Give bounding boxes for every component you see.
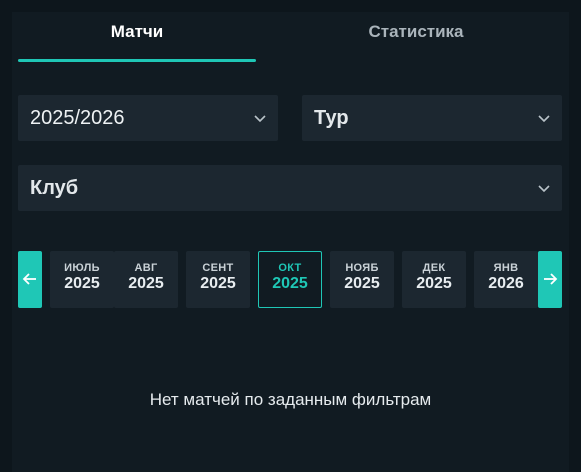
month-year: 2025 <box>200 275 236 292</box>
month-item[interactable]: ДЕК 2025 <box>402 251 466 308</box>
month-year: 2025 <box>416 275 452 292</box>
tab-statistics-label: Статистика <box>368 22 464 41</box>
month-year: 2025 <box>344 275 380 292</box>
month-item[interactable]: ИЮЛЬ 2025 <box>50 251 114 308</box>
tab-matches-label: Матчи <box>110 22 164 41</box>
club-select[interactable]: Клуб <box>18 165 562 211</box>
tab-statistics[interactable]: Статистика <box>288 12 544 62</box>
chevron-down-icon <box>538 185 550 193</box>
arrow-right-icon <box>544 273 558 285</box>
tab-matches[interactable]: Матчи <box>18 12 256 62</box>
chevron-down-icon <box>538 115 550 123</box>
month-label: ОКТ <box>278 262 302 274</box>
matches-panel: Матчи Статистика 2025/2026 Тур Клуб ИЮЛЬ… <box>12 12 569 472</box>
prev-month-button[interactable] <box>18 251 42 308</box>
month-item[interactable]: ЯНВ 2026 <box>474 251 538 308</box>
month-year: 2025 <box>128 275 164 292</box>
round-select[interactable]: Тур <box>302 95 562 141</box>
arrow-left-icon <box>22 273 36 285</box>
month-label: АВГ <box>134 262 158 274</box>
month-year: 2025 <box>64 275 100 292</box>
club-select-label: Клуб <box>30 177 79 199</box>
round-select-label: Тур <box>314 107 349 129</box>
month-label: ИЮЛЬ <box>64 262 100 274</box>
month-item-active[interactable]: ОКТ 2025 <box>258 251 322 308</box>
next-month-button[interactable] <box>538 251 562 308</box>
season-select[interactable]: 2025/2026 <box>18 95 278 141</box>
tab-bar: Матчи Статистика <box>18 12 562 62</box>
month-label: СЕНТ <box>202 262 234 274</box>
chevron-down-icon <box>254 115 266 123</box>
season-select-value: 2025/2026 <box>30 107 125 129</box>
month-item[interactable]: СЕНТ 2025 <box>186 251 250 308</box>
month-item[interactable]: НОЯБ 2025 <box>330 251 394 308</box>
month-year: 2025 <box>272 275 308 292</box>
month-label: ЯНВ <box>493 262 519 274</box>
month-item[interactable]: АВГ 2025 <box>114 251 178 308</box>
empty-state-message: Нет матчей по заданным фильтрам <box>149 390 432 409</box>
month-year: 2026 <box>488 275 524 292</box>
active-tab-indicator <box>18 59 256 62</box>
month-label: ДЕК <box>422 262 446 274</box>
month-label: НОЯБ <box>345 262 379 274</box>
